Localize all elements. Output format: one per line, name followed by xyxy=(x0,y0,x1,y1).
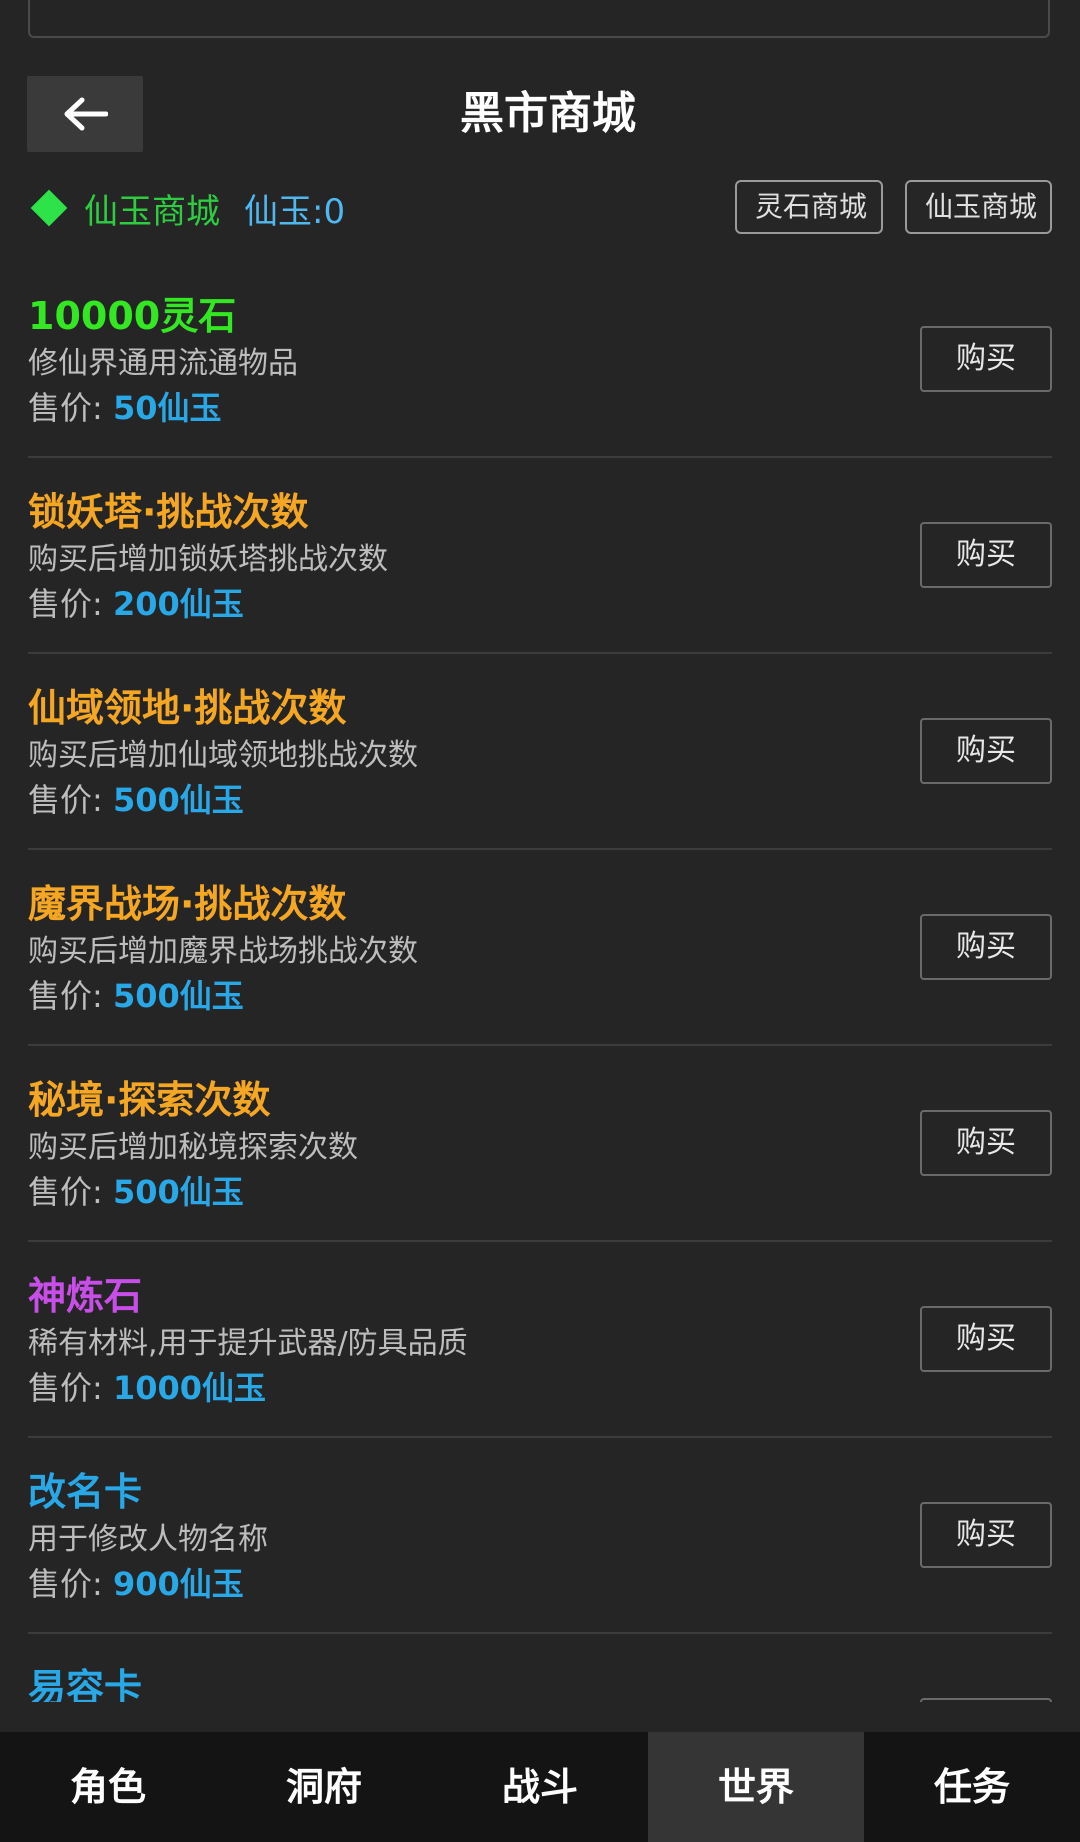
buy-button[interactable]: 购买 xyxy=(920,1110,1052,1176)
shop-item: 仙域领地·挑战次数 购买后增加仙域领地挑战次数 售价: 500仙玉 购买 xyxy=(28,654,1052,850)
shop-item: 10000灵石 修仙界通用流通物品 售价: 50仙玉 购买 xyxy=(28,262,1052,458)
nav-item-cave[interactable]: 洞府 xyxy=(216,1732,432,1842)
price-value: 500仙玉 xyxy=(112,1173,244,1211)
item-name: 锁妖塔·挑战次数 xyxy=(28,490,309,534)
jade-balance: 仙玉:0 xyxy=(244,191,346,232)
item-description: 购买后增加锁妖塔挑战次数 xyxy=(28,542,388,577)
price-value: 200仙玉 xyxy=(112,585,244,623)
bottom-nav: 角色 洞府 战斗 世界 任务 xyxy=(0,1732,1080,1842)
price-label: 售价: xyxy=(28,585,103,623)
nav-item-quests[interactable]: 任务 xyxy=(864,1732,1080,1842)
price-label: 售价: xyxy=(28,781,103,819)
buy-button[interactable]: 购买 xyxy=(920,1698,1052,1702)
item-price: 售价: 1000仙玉 xyxy=(28,1366,266,1410)
current-shop-indicator: 仙玉商城 仙玉:0 xyxy=(28,180,345,236)
item-name: 10000灵石 xyxy=(28,294,237,338)
buy-button[interactable]: 购买 xyxy=(920,1502,1052,1568)
nav-item-world[interactable]: 世界 xyxy=(648,1732,864,1842)
price-value: 900仙玉 xyxy=(112,1565,244,1603)
price-label: 售价: xyxy=(28,977,103,1015)
item-name: 秘境·探索次数 xyxy=(28,1078,271,1122)
item-name: 易容卡 xyxy=(28,1666,143,1702)
item-name: 改名卡 xyxy=(28,1470,143,1514)
item-description: 购买后增加仙域领地挑战次数 xyxy=(28,738,418,773)
arrow-left-icon xyxy=(64,97,108,131)
diamond-icon xyxy=(30,189,68,227)
item-name: 仙域领地·挑战次数 xyxy=(28,686,347,730)
buy-button[interactable]: 购买 xyxy=(920,914,1052,980)
page-title: 黑市商城 xyxy=(460,88,636,139)
price-value: 500仙玉 xyxy=(112,781,244,819)
nav-item-character[interactable]: 角色 xyxy=(0,1732,216,1842)
shop-item: 改名卡 用于修改人物名称 售价: 900仙玉 购买 xyxy=(28,1438,1052,1634)
item-description: 用于修改人物名称 xyxy=(28,1522,268,1557)
item-name: 神炼石 xyxy=(28,1274,143,1318)
nav-item-battle[interactable]: 战斗 xyxy=(432,1732,648,1842)
item-price: 售价: 500仙玉 xyxy=(28,1170,244,1214)
price-value: 50仙玉 xyxy=(112,389,222,427)
price-label: 售价: xyxy=(28,1369,103,1407)
shop-item-list[interactable]: 10000灵石 修仙界通用流通物品 售价: 50仙玉 购买 锁妖塔·挑战次数 购… xyxy=(28,262,1052,1702)
tab-spirit-stone-shop[interactable]: 灵石商城 xyxy=(735,180,883,234)
shop-item: 锁妖塔·挑战次数 购买后增加锁妖塔挑战次数 售价: 200仙玉 购买 xyxy=(28,458,1052,654)
item-description: 购买后增加魔界战场挑战次数 xyxy=(28,934,418,969)
price-value: 1000仙玉 xyxy=(112,1369,267,1407)
buy-button[interactable]: 购买 xyxy=(920,326,1052,392)
tab-jade-shop[interactable]: 仙玉商城 xyxy=(905,180,1052,234)
top-frame xyxy=(28,0,1050,38)
price-label: 售价: xyxy=(28,1565,103,1603)
shop-item: 易容卡 购买 xyxy=(28,1634,1052,1702)
item-name: 魔界战场·挑战次数 xyxy=(28,882,347,926)
buy-button[interactable]: 购买 xyxy=(920,718,1052,784)
buy-button[interactable]: 购买 xyxy=(920,1306,1052,1372)
item-price: 售价: 500仙玉 xyxy=(28,778,244,822)
price-label: 售价: xyxy=(28,1173,103,1211)
shop-item: 神炼石 稀有材料,用于提升武器/防具品质 售价: 1000仙玉 购买 xyxy=(28,1242,1052,1438)
item-description: 稀有材料,用于提升武器/防具品质 xyxy=(28,1326,468,1361)
shop-item: 秘境·探索次数 购买后增加秘境探索次数 售价: 500仙玉 购买 xyxy=(28,1046,1052,1242)
shop-subheader: 仙玉商城 仙玉:0 灵石商城 仙玉商城 xyxy=(28,180,1052,236)
back-button[interactable] xyxy=(27,76,143,152)
item-price: 售价: 50仙玉 xyxy=(28,386,222,430)
shop-item: 魔界战场·挑战次数 购买后增加魔界战场挑战次数 售价: 500仙玉 购买 xyxy=(28,850,1052,1046)
price-value: 500仙玉 xyxy=(112,977,244,1015)
item-description: 购买后增加秘境探索次数 xyxy=(28,1130,358,1165)
item-price: 售价: 200仙玉 xyxy=(28,582,244,626)
item-price: 售价: 500仙玉 xyxy=(28,974,244,1018)
item-description: 修仙界通用流通物品 xyxy=(28,346,298,381)
price-label: 售价: xyxy=(28,389,103,427)
item-price: 售价: 900仙玉 xyxy=(28,1562,244,1606)
buy-button[interactable]: 购买 xyxy=(920,522,1052,588)
current-shop-name: 仙玉商城 xyxy=(84,191,220,232)
header: 黑市商城 xyxy=(0,76,1080,152)
